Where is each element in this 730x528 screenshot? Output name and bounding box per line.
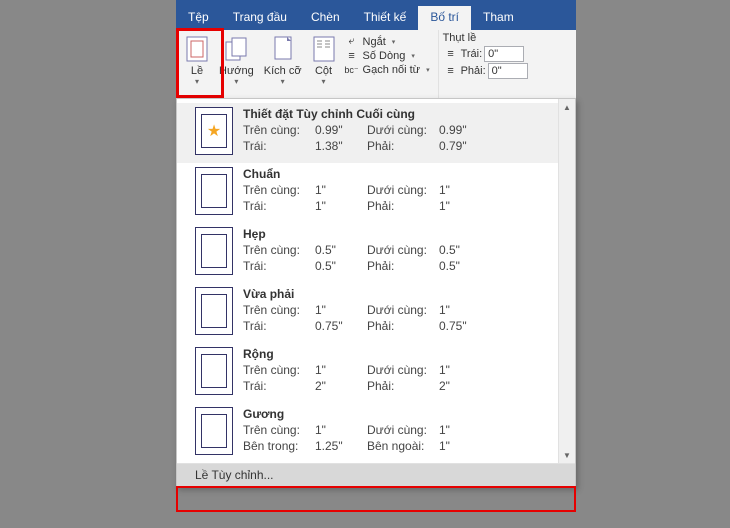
- hyphenation-icon: bc⁻: [345, 65, 359, 76]
- margin-values: Trên cùng:0.5"Dưới cùng:0.5"Trái:0.5"Phả…: [243, 242, 561, 274]
- margin-option-title: Thiết đặt Tùy chỉnh Cuối cùng: [243, 107, 561, 121]
- indent-right-input[interactable]: 0": [488, 63, 528, 79]
- breaks-icon: ⤶: [345, 35, 359, 48]
- margin-option-title: Hẹp: [243, 227, 561, 241]
- highlight-custom-margins: [176, 486, 576, 512]
- line-numbers-button[interactable]: ≡Số Dòng▾: [343, 49, 432, 63]
- scroll-down-icon[interactable]: ▼: [560, 447, 575, 463]
- caret-icon: ▾: [426, 66, 430, 74]
- ribbon: Lề ▾ Hướng ▾ Kích cỡ ▾: [176, 30, 576, 100]
- scroll-up-icon[interactable]: ▲: [560, 99, 575, 115]
- margin-option[interactable]: ChuẩnTrên cùng:1"Dưới cùng:1"Trái:1"Phải…: [177, 163, 575, 223]
- columns-label: Cột: [315, 65, 332, 77]
- margin-values: Trên cùng:1"Dưới cùng:1"Trái:1"Phải:1": [243, 182, 561, 214]
- indent-right-label: Phải:: [461, 65, 486, 77]
- margin-values: Trên cùng:1"Dưới cùng:1"Bên trong:1.25"B…: [243, 422, 561, 454]
- star-icon: ★: [207, 121, 221, 141]
- margins-label: Lề: [191, 65, 203, 77]
- ribbon-tabs: Tệp Trang đầu Chèn Thiết kế Bố trí Tham: [176, 6, 576, 30]
- margin-info: RộngTrên cùng:1"Dưới cùng:1"Trái:2"Phải:…: [243, 347, 561, 395]
- margin-preview-icon: [195, 167, 233, 215]
- line-numbers-icon: ≡: [345, 50, 359, 62]
- margins-list: ▲ ▼ ★Thiết đặt Tùy chỉnh Cuối cùngTrên c…: [177, 99, 575, 463]
- margin-preview-icon: [195, 227, 233, 275]
- indent-right-row: ≡ Phải: 0": [443, 63, 528, 79]
- orientation-button[interactable]: Hướng ▾: [214, 33, 259, 88]
- margin-option-title: Chuẩn: [243, 167, 561, 181]
- breaks-button[interactable]: ⤶Ngắt▾: [343, 34, 432, 49]
- margin-info: Vừa phảiTrên cùng:1"Dưới cùng:1"Trái:0.7…: [243, 287, 561, 335]
- margin-option[interactable]: RộngTrên cùng:1"Dưới cùng:1"Trái:2"Phải:…: [177, 343, 575, 403]
- margin-preview-icon: [195, 287, 233, 335]
- size-icon: [271, 35, 295, 63]
- columns-icon: [312, 35, 336, 63]
- margin-preview-icon: [195, 347, 233, 395]
- tab-home[interactable]: Trang đầu: [221, 6, 299, 30]
- margin-option-title: Rộng: [243, 347, 561, 361]
- margin-info: ChuẩnTrên cùng:1"Dưới cùng:1"Trái:1"Phải…: [243, 167, 561, 215]
- tab-design[interactable]: Thiết kế: [352, 6, 419, 30]
- size-label: Kích cỡ: [264, 65, 302, 77]
- orientation-label: Hướng: [219, 65, 254, 77]
- margin-option[interactable]: HẹpTrên cùng:0.5"Dưới cùng:0.5"Trái:0.5"…: [177, 223, 575, 283]
- tab-layout[interactable]: Bố trí: [418, 6, 471, 30]
- margin-values: Trên cùng:1"Dưới cùng:1"Trái:2"Phải:2": [243, 362, 561, 394]
- margin-option-title: Vừa phải: [243, 287, 561, 301]
- indent-left-input[interactable]: 0": [484, 46, 524, 62]
- margin-values: Trên cùng:0.99"Dưới cùng:0.99"Trái:1.38"…: [243, 122, 561, 154]
- margins-dropdown: ▲ ▼ ★Thiết đặt Tùy chỉnh Cuối cùngTrên c…: [176, 98, 576, 487]
- scrollbar[interactable]: ▲ ▼: [558, 99, 575, 463]
- hyphenation-button[interactable]: bc⁻Gạch nối từ▾: [343, 63, 432, 77]
- caret-icon: ▾: [322, 77, 326, 86]
- margin-info: HẹpTrên cùng:0.5"Dưới cùng:0.5"Trái:0.5"…: [243, 227, 561, 275]
- indent-title: Thụt lề: [443, 32, 528, 44]
- size-button[interactable]: Kích cỡ ▾: [259, 33, 307, 88]
- margins-button[interactable]: Lề ▾: [180, 33, 214, 88]
- indent-left-label: Trái:: [461, 48, 483, 60]
- tab-file[interactable]: Tệp: [176, 6, 221, 30]
- tab-insert[interactable]: Chèn: [299, 6, 352, 30]
- caret-icon: ▾: [281, 77, 285, 86]
- margin-option-title: Gương: [243, 407, 561, 421]
- orientation-icon: [224, 35, 248, 63]
- page-setup-small: ⤶Ngắt▾ ≡Số Dòng▾ bc⁻Gạch nối từ▾: [341, 33, 434, 78]
- page-setup-group: Lề ▾ Hướng ▾ Kích cỡ ▾: [176, 30, 439, 99]
- margins-icon: [185, 35, 209, 63]
- margin-preview-icon: ★: [195, 107, 233, 155]
- caret-icon: ▾: [411, 52, 415, 60]
- custom-margins-button[interactable]: Lề Tùy chỉnh...: [177, 463, 575, 486]
- margin-option[interactable]: Vừa phảiTrên cùng:1"Dưới cùng:1"Trái:0.7…: [177, 283, 575, 343]
- indent-right-icon: ≡: [443, 65, 459, 77]
- tab-references[interactable]: Tham: [471, 6, 526, 30]
- indent-group: Thụt lề ≡ Trái: 0" ≡ Phải: 0": [439, 30, 532, 99]
- margin-option[interactable]: GươngTrên cùng:1"Dưới cùng:1"Bên trong:1…: [177, 403, 575, 463]
- caret-icon: ▾: [392, 38, 396, 46]
- indent-left-row: ≡ Trái: 0": [443, 46, 528, 62]
- caret-icon: ▾: [234, 77, 238, 86]
- margin-preview-icon: [195, 407, 233, 455]
- indent-left-icon: ≡: [443, 48, 459, 60]
- caret-icon: ▾: [195, 77, 199, 86]
- columns-button[interactable]: Cột ▾: [307, 33, 341, 88]
- margin-info: Thiết đặt Tùy chỉnh Cuối cùngTrên cùng:0…: [243, 107, 561, 155]
- margin-info: GươngTrên cùng:1"Dưới cùng:1"Bên trong:1…: [243, 407, 561, 455]
- margin-values: Trên cùng:1"Dưới cùng:1"Trái:0.75"Phải:0…: [243, 302, 561, 334]
- word-window: Tệp Trang đầu Chèn Thiết kế Bố trí Tham …: [176, 0, 576, 100]
- margin-option[interactable]: ★ Thiết đặt Tùy chỉnh Cuối cùngTrên cùng:…: [177, 103, 575, 163]
